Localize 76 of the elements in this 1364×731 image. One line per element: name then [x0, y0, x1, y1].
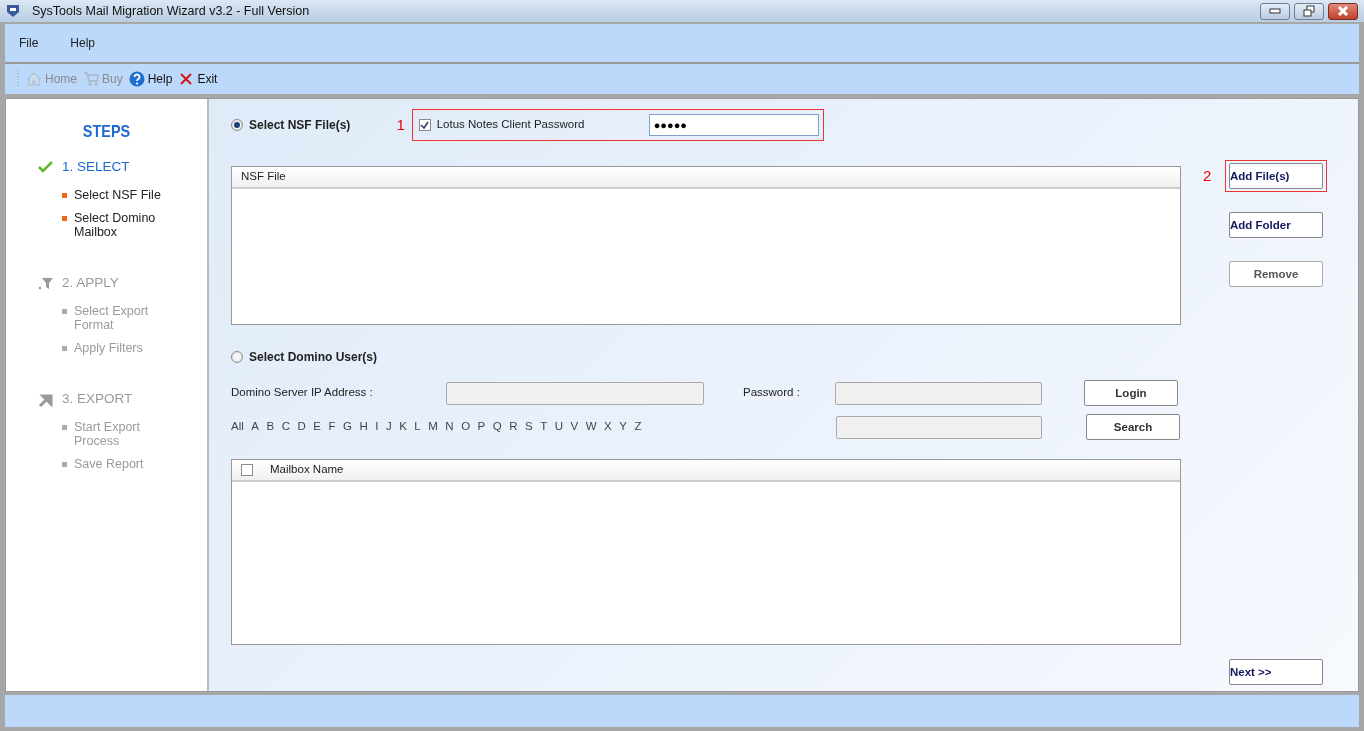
check-icon: [38, 160, 54, 175]
letter-filter-link[interactable]: F: [328, 418, 336, 436]
sidebar-title: STEPS: [81, 121, 132, 143]
home-icon: [26, 71, 42, 87]
file-button[interactable]: Add Folder: [1229, 212, 1323, 238]
bullet-icon: [62, 461, 67, 467]
letter-filter-link[interactable]: E: [313, 418, 321, 436]
bullet-icon: [62, 424, 67, 430]
restore-icon: [1303, 5, 1315, 17]
letter-filter-link[interactable]: I: [375, 418, 379, 436]
menu-item[interactable]: File: [13, 34, 45, 52]
checkbox-label: Lotus Notes Client Password: [436, 117, 586, 133]
window-title: SysTools Mail Migration Wizard v3.2 - Full Version: [32, 2, 310, 20]
letter-filter-link[interactable]: O: [461, 418, 471, 436]
close-icon: [1337, 6, 1349, 16]
step-title[interactable]: 1. SELECT: [62, 157, 130, 178]
step-item[interactable]: Select NSF File: [74, 187, 161, 202]
login-button[interactable]: Login: [1084, 380, 1178, 406]
toolbar-button[interactable]: Exit: [178, 70, 218, 88]
minimize-icon: [1269, 8, 1281, 14]
radio-button[interactable]: [231, 351, 243, 363]
toolbar-grip-icon: [17, 69, 20, 89]
radio-button[interactable]: [231, 119, 243, 131]
letter-filter-link[interactable]: T: [540, 418, 548, 436]
letter-filter-link[interactable]: A: [251, 418, 259, 436]
option-label: Select Domino User(s): [249, 349, 378, 366]
close-button[interactable]: [1328, 2, 1358, 20]
checkbox[interactable]: [418, 119, 431, 131]
toolbar-button[interactable]: Help: [128, 70, 173, 88]
letter-filter-link[interactable]: J: [385, 418, 392, 436]
file-button[interactable]: Add File(s): [1229, 163, 1323, 189]
bullet-icon: [62, 345, 67, 351]
search-button[interactable]: Search: [1086, 414, 1180, 440]
letter-filter-link[interactable]: W: [585, 418, 597, 436]
letter-filter-link[interactable]: V: [570, 418, 579, 436]
step-item[interactable]: Select Domino Mailbox: [74, 210, 182, 239]
column-header[interactable]: Mailbox Name: [270, 461, 344, 479]
letter-filter-link[interactable]: S: [525, 418, 533, 436]
checkbox[interactable]: [241, 464, 253, 476]
bullet-icon: [62, 215, 67, 221]
cart-icon: [83, 71, 99, 87]
arrow-icon: [38, 392, 54, 407]
menu-item[interactable]: Help: [64, 34, 102, 52]
letter-filter-link[interactable]: All: [231, 418, 244, 436]
letter-filter-link[interactable]: N: [445, 418, 454, 436]
annotation-number: 2: [1203, 165, 1213, 186]
help-icon: [128, 71, 145, 87]
field-label: Password :: [743, 385, 801, 401]
close-icon: [178, 71, 195, 87]
field-label: Domino Server IP Address :: [231, 385, 374, 401]
annotation-number: 1: [396, 114, 405, 135]
funnel-icon: [38, 276, 54, 291]
letter-filter-link[interactable]: G: [342, 418, 352, 436]
letter-filter-link[interactable]: R: [509, 418, 518, 436]
letter-filter-link[interactable]: U: [554, 418, 564, 436]
letter-filter-link[interactable]: C: [281, 418, 290, 436]
minimize-button[interactable]: [1260, 2, 1290, 20]
letter-filter-link[interactable]: Q: [492, 418, 502, 436]
next-button[interactable]: Next >>: [1229, 659, 1323, 685]
letter-filter-link[interactable]: P: [477, 418, 486, 436]
letter-filter-link[interactable]: L: [414, 418, 421, 436]
password-field[interactable]: ●●●●●: [648, 114, 819, 136]
option-label: Select NSF File(s): [249, 117, 351, 134]
letter-filter-link[interactable]: M: [428, 418, 438, 436]
column-header[interactable]: NSF File: [241, 168, 286, 186]
letter-filter-link[interactable]: X: [604, 418, 612, 436]
letter-filter-link[interactable]: K: [399, 418, 407, 436]
restore-button[interactable]: [1294, 2, 1324, 20]
app-logo-icon: [6, 4, 20, 18]
letter-filter-link[interactable]: Z: [634, 418, 642, 436]
letter-filter-link[interactable]: B: [266, 418, 275, 436]
bullet-icon: [62, 308, 67, 314]
letter-filter-link[interactable]: D: [297, 418, 306, 436]
bullet-icon: [62, 192, 67, 198]
letter-filter-link[interactable]: H: [359, 418, 368, 436]
letter-filter-link[interactable]: Y: [619, 418, 627, 436]
